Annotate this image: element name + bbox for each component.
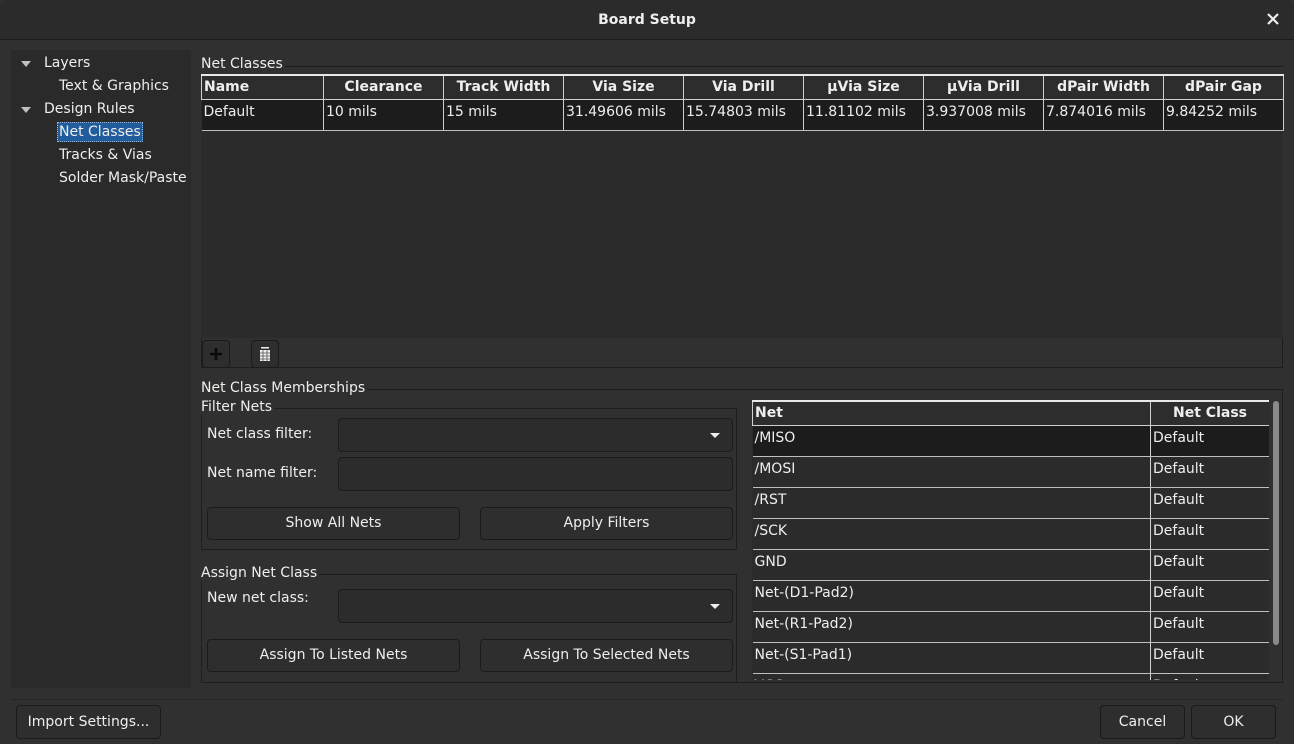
table-cell[interactable]: 31.49606 mils <box>563 99 684 131</box>
ok-button[interactable]: OK <box>1191 705 1276 739</box>
net-class-cell[interactable]: Default <box>1150 673 1269 680</box>
table-row[interactable]: GND Default <box>752 549 1269 581</box>
table-cell[interactable]: 15 mils <box>443 99 564 131</box>
table-header-row: Name Clearance Track Width Via Size Via … <box>201 74 1284 100</box>
column-header[interactable]: Via Drill <box>683 74 804 100</box>
column-header[interactable]: µVia Size <box>803 74 924 100</box>
table-row[interactable]: /MISO Default <box>752 425 1269 457</box>
table-cell[interactable]: 3.937008 mils <box>923 99 1044 131</box>
column-header[interactable]: Track Width <box>443 74 564 100</box>
close-icon[interactable] <box>1264 10 1282 30</box>
plus-icon <box>210 348 222 360</box>
column-header[interactable]: Clearance <box>323 74 444 100</box>
tree-item-text-graphics[interactable]: Text & Graphics <box>59 76 169 96</box>
table-cell[interactable]: 15.74803 mils <box>683 99 804 131</box>
table-cell[interactable]: 10 mils <box>323 99 444 131</box>
net-name-cell[interactable]: /RST <box>752 487 1151 519</box>
net-name-cell[interactable]: Net-(S1-Pad1) <box>752 642 1151 674</box>
nets-table-container: Net Net Class /MISO Default/MOSI Default/R… <box>752 400 1269 680</box>
add-net-class-button[interactable] <box>202 340 230 368</box>
net-classes-grid-area: Name Clearance Track Width Via Size Via … <box>201 74 1284 338</box>
tree-item-layers[interactable]: Layers <box>44 53 90 73</box>
net-class-filter-label: Net class filter: <box>207 426 313 442</box>
assign-net-class-group-label: Assign Net Class <box>201 565 320 581</box>
table-row[interactable]: Net-(R1-Pad2) Default <box>752 611 1269 643</box>
table-header-row: Net Net Class <box>752 400 1269 426</box>
tree-item-design-rules[interactable]: Design Rules <box>44 99 135 119</box>
net-class-cell[interactable]: Default <box>1150 487 1269 519</box>
net-class-cell[interactable]: Default <box>1150 425 1269 457</box>
chevron-down-icon <box>710 604 720 609</box>
column-header[interactable]: Via Size <box>563 74 684 100</box>
assign-to-listed-nets-button[interactable]: Assign To Listed Nets <box>207 639 460 672</box>
chevron-down-icon <box>710 433 720 438</box>
column-header[interactable]: dPair Gap <box>1163 74 1284 100</box>
net-classes-group-label: Net Classes <box>201 56 285 72</box>
expand-arrow-icon[interactable] <box>21 61 31 67</box>
column-header[interactable]: µVia Drill <box>923 74 1044 100</box>
apply-filters-button[interactable]: Apply Filters <box>480 507 733 540</box>
delete-net-class-button[interactable] <box>251 340 279 368</box>
net-classes-panel: Net Classes Name Clearance Track Width V… <box>201 50 1284 688</box>
net-name-cell[interactable]: /MOSI <box>752 456 1151 488</box>
table-cell[interactable]: 7.874016 mils <box>1043 99 1164 131</box>
net-name-cell[interactable]: Net-(D1-Pad2) <box>752 580 1151 612</box>
scrollbar-thumb[interactable] <box>1273 401 1279 645</box>
net-class-cell[interactable]: Default <box>1150 611 1269 643</box>
tree-item-solder-mask-paste[interactable]: Solder Mask/Paste <box>59 168 187 188</box>
net-name-cell[interactable]: /MISO <box>752 425 1151 457</box>
column-header-net[interactable]: Net <box>752 400 1151 426</box>
table-row[interactable]: /SCK Default <box>752 518 1269 550</box>
import-settings-button[interactable]: Import Settings... <box>16 705 161 739</box>
table-cell[interactable]: 9.84252 mils <box>1163 99 1284 131</box>
net-class-cell[interactable]: Default <box>1150 580 1269 612</box>
toolbar-frame <box>201 338 1283 368</box>
column-header[interactable]: Name <box>201 74 324 100</box>
net-classes-table: Name Clearance Track Width Via Size Via … <box>201 74 1284 131</box>
tree-item-net-classes[interactable]: Net Classes <box>57 122 143 142</box>
group-divider <box>201 66 1283 67</box>
column-header-net-class[interactable]: Net Class <box>1150 400 1269 426</box>
window-title: Board Setup <box>598 12 696 28</box>
column-header[interactable]: dPair Width <box>1043 74 1164 100</box>
table-row[interactable]: /MOSI Default <box>752 456 1269 488</box>
table-cell[interactable]: Default <box>201 99 324 131</box>
table-row[interactable]: Default 10 mils 15 mils 31.49606 mils 15… <box>201 99 1284 131</box>
table-row[interactable]: Net-(S1-Pad1) Default <box>752 642 1269 674</box>
dialog-body: Layers Text & Graphics Design Rules Net … <box>11 50 1284 688</box>
table-cell[interactable]: 11.81102 mils <box>803 99 924 131</box>
net-name-filter-label: Net name filter: <box>207 465 318 481</box>
new-net-class-combo[interactable] <box>338 589 733 623</box>
settings-tree: Layers Text & Graphics Design Rules Net … <box>11 50 191 688</box>
net-name-cell[interactable]: GND <box>752 549 1151 581</box>
expand-arrow-icon[interactable] <box>21 107 31 113</box>
footer-divider <box>11 699 1283 700</box>
net-class-cell[interactable]: Default <box>1150 642 1269 674</box>
new-net-class-label: New net class: <box>207 590 309 606</box>
title-bar: Board Setup <box>0 0 1294 40</box>
net-class-cell[interactable]: Default <box>1150 456 1269 488</box>
cancel-button[interactable]: Cancel <box>1100 705 1185 739</box>
table-row[interactable]: /RST Default <box>752 487 1269 519</box>
filter-nets-group-label: Filter Nets <box>201 399 274 415</box>
net-class-cell[interactable]: Default <box>1150 549 1269 581</box>
tree-item-tracks-vias[interactable]: Tracks & Vias <box>59 145 152 165</box>
table-row[interactable]: VCCDefault <box>752 673 1269 680</box>
net-name-cell[interactable]: VCC <box>752 673 1151 680</box>
memberships-group-label: Net Class Memberships <box>201 380 368 396</box>
net-class-filter-combo[interactable] <box>338 418 733 452</box>
trash-icon <box>260 347 270 361</box>
nets-table-scrollbar[interactable] <box>1272 401 1280 647</box>
assign-to-selected-nets-button[interactable]: Assign To Selected Nets <box>480 639 733 672</box>
group-divider <box>1282 389 1283 683</box>
net-name-filter-input[interactable] <box>338 457 733 491</box>
show-all-nets-button[interactable]: Show All Nets <box>207 507 460 540</box>
net-class-cell[interactable]: Default <box>1150 518 1269 550</box>
table-row[interactable]: Net-(D1-Pad2) Default <box>752 580 1269 612</box>
net-name-cell[interactable]: Net-(R1-Pad2) <box>752 611 1151 643</box>
net-name-cell[interactable]: /SCK <box>752 518 1151 550</box>
nets-table: Net Net Class /MISO Default/MOSI Default/R… <box>752 400 1269 680</box>
